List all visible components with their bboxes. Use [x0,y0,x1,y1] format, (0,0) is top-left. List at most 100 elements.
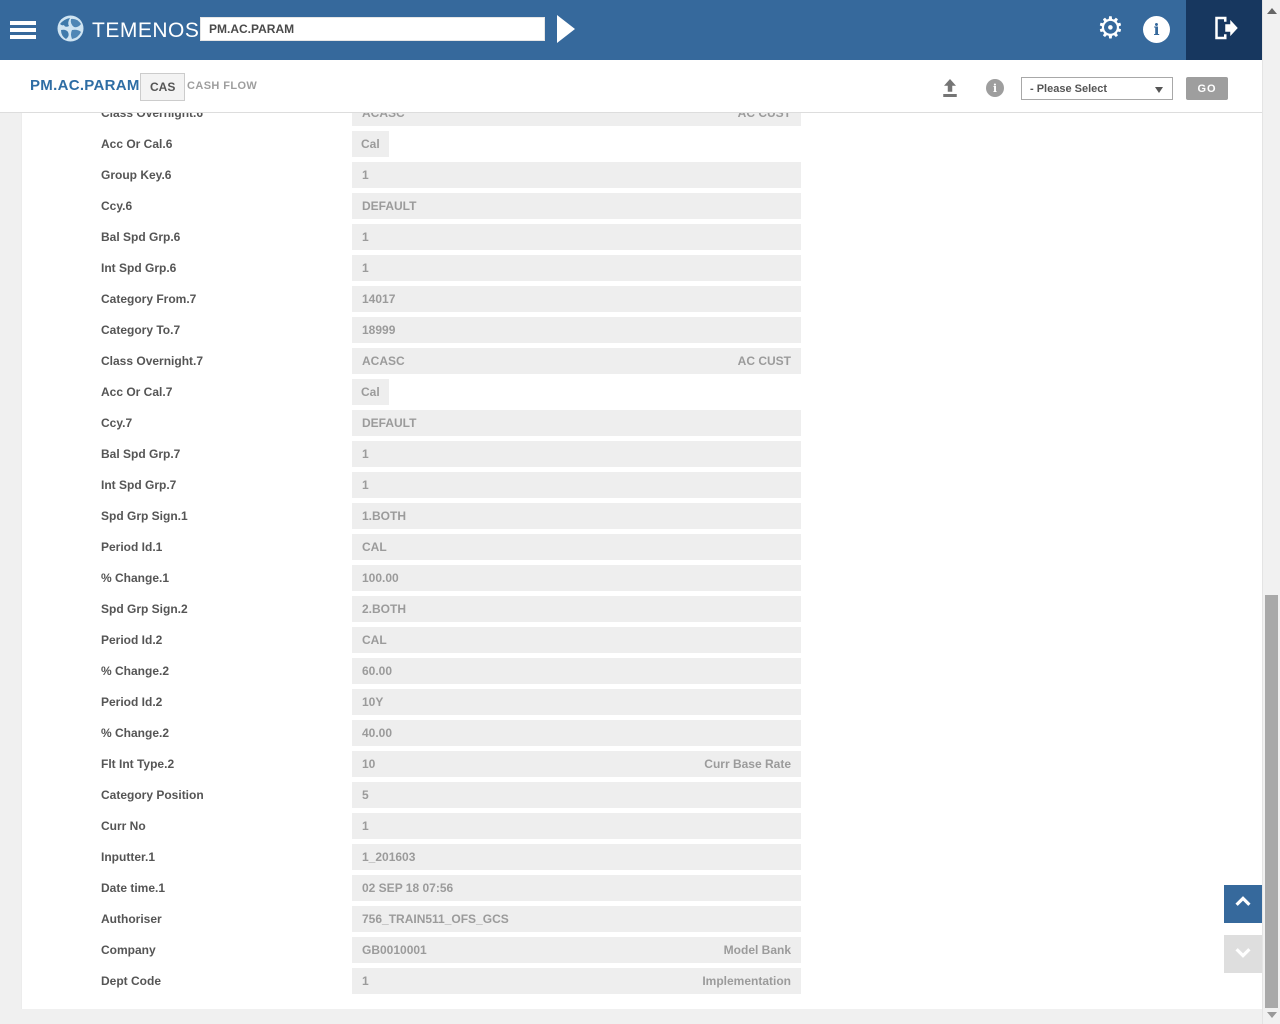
field-value: 1 [362,168,369,182]
command-input[interactable] [201,18,544,40]
field-value-box[interactable]: 1 Implementation [352,968,801,994]
record-form-panel: Class Overnight.6 ACASC AC CUST Acc Or C… [21,113,1262,1009]
field-enrichment: AC CUST [737,113,791,120]
field-value-box[interactable]: DEFAULT [352,410,801,436]
field-value: 60.00 [362,664,393,678]
form-row: Spd Grp Sign.2 2.BOTH [22,596,1262,622]
form-row: Inputter.1 1_201603 [22,844,1262,870]
tab-cash-flow[interactable]: CASH FLOW [187,80,257,92]
field-value: 100.00 [362,571,399,585]
field-label: Class Overnight.7 [101,354,204,368]
field-value-box[interactable]: 1 [352,813,801,839]
field-value-box[interactable]: CAL [352,627,801,653]
record-info-icon[interactable]: i [986,79,1004,97]
form-row: Bal Spd Grp.6 1 [22,224,1262,250]
scroll-down-button[interactable] [1224,935,1262,973]
scroll-to-top-button[interactable] [1224,885,1262,923]
field-label: Spd Grp Sign.1 [101,509,188,523]
field-label: Inputter.1 [101,850,156,864]
field-value-box[interactable]: 1 [352,441,801,467]
field-value: 1 [362,447,369,461]
field-value: 1_201603 [362,850,416,864]
field-label: Spd Grp Sign.2 [101,602,188,616]
field-value-box[interactable]: 1 [352,472,801,498]
form-row: Int Spd Grp.7 1 [22,472,1262,498]
field-value: 18999 [362,323,396,337]
form-row: Class Overnight.7 ACASC AC CUST [22,348,1262,374]
field-value-box[interactable]: Cal [352,131,389,157]
field-value: Cal [361,385,380,399]
field-value-box[interactable]: 10 Curr Base Rate [352,751,801,777]
field-value: 1 [362,974,369,988]
field-label: Category Position [101,788,204,802]
chevron-down-icon [1155,87,1163,93]
field-value-box[interactable]: 10Y [352,689,801,715]
field-label: Dept Code [101,974,161,988]
field-value-box[interactable]: 1 [352,162,801,188]
field-label: Category From.7 [101,292,197,306]
field-value-box[interactable]: GB0010001 Model Bank [352,937,801,963]
form-row: Authoriser 756_TRAIN511_OFS_GCS [22,906,1262,932]
info-icon[interactable]: i [1143,16,1170,43]
command-search [200,17,545,41]
field-value-box[interactable]: 756_TRAIN511_OFS_GCS [352,906,801,932]
field-value-box[interactable]: Cal [352,379,389,405]
go-button[interactable]: GO [1186,77,1228,100]
upload-icon[interactable] [941,78,959,98]
field-value-box[interactable]: 14017 [352,286,801,312]
form-row: % Change.2 40.00 [22,720,1262,746]
field-value: 14017 [362,292,396,306]
field-label: Flt Int Type.2 [101,757,175,771]
run-command-icon[interactable] [557,15,575,43]
scrollbar-down-arrow-icon[interactable] [1267,1012,1277,1018]
vertical-scrollbar[interactable] [1262,0,1280,1024]
form-row: Bal Spd Grp.7 1 [22,441,1262,467]
action-select-value: - Please Select [1030,82,1108,95]
form-row: Ccy.6 DEFAULT [22,193,1262,219]
globe-icon [57,15,84,47]
field-value-box[interactable]: 2.BOTH [352,596,801,622]
field-label: Curr No [101,819,146,833]
sign-out-button[interactable] [1186,0,1262,60]
form-row: Dept Code 1 Implementation [22,968,1262,994]
form-row: Acc Or Cal.7 Cal [22,379,1262,405]
field-value-box[interactable]: 1 [352,224,801,250]
field-label: Date time.1 [101,881,166,895]
form-row: Period Id.1 CAL [22,534,1262,560]
menu-icon[interactable] [10,21,36,42]
scrollbar-up-arrow-icon[interactable] [1267,8,1277,14]
field-value-box[interactable]: 1_201603 [352,844,801,870]
scrollbar-thumb[interactable] [1265,595,1278,1008]
field-enrichment: AC CUST [737,354,791,368]
brand-text: TEMENOS [92,19,200,42]
top-bar: TEMENOS ⚙ i [0,0,1280,60]
form-row: Category Position 5 [22,782,1262,808]
field-value-box[interactable]: DEFAULT [352,193,801,219]
field-value: 5 [362,788,369,802]
field-value-box[interactable]: 60.00 [352,658,801,684]
tab-cas[interactable]: CAS [140,73,186,101]
field-value-box[interactable]: 40.00 [352,720,801,746]
form-row: Int Spd Grp.6 1 [22,255,1262,281]
action-select[interactable]: - Please Select [1021,77,1173,100]
field-value-box[interactable]: 100.00 [352,565,801,591]
field-label: Group Key.6 [101,168,172,182]
field-label: Class Overnight.6 [101,113,204,120]
field-value-box[interactable]: 1.BOTH [352,503,801,529]
field-label: Period Id.2 [101,633,163,647]
field-value-box[interactable]: 02 SEP 18 07:56 [352,875,801,901]
field-value-box[interactable]: CAL [352,534,801,560]
field-value: GB0010001 [362,943,427,957]
field-value-box[interactable]: 1 [352,255,801,281]
field-label: Acc Or Cal.6 [101,137,173,151]
form-row: Curr No 1 [22,813,1262,839]
field-value-box[interactable]: 5 [352,782,801,808]
form-row: Spd Grp Sign.1 1.BOTH [22,503,1262,529]
field-value-box[interactable]: ACASC AC CUST [352,113,801,126]
settings-gear-icon[interactable]: ⚙ [1097,11,1124,47]
field-value-box[interactable]: 18999 [352,317,801,343]
form-row: Period Id.2 10Y [22,689,1262,715]
field-value: 1 [362,819,369,833]
field-value-box[interactable]: ACASC AC CUST [352,348,801,374]
field-value: 02 SEP 18 07:56 [362,881,454,895]
